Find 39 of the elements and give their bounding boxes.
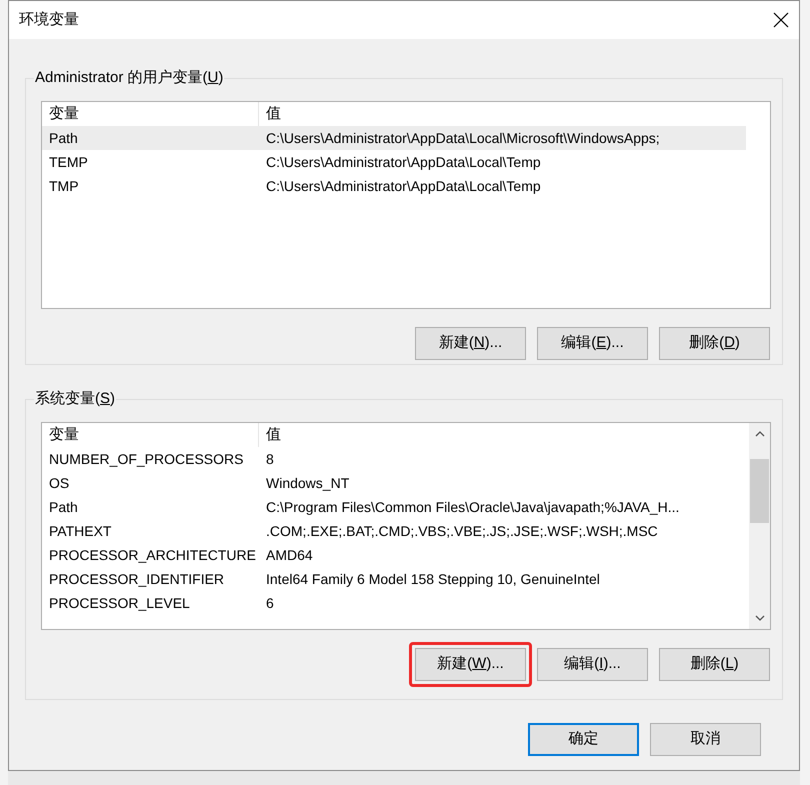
variable-name: TMP [48, 176, 80, 196]
variable-name: OS [48, 474, 70, 492]
group-title: 系统变量(S) [34, 389, 116, 409]
action-button[interactable]: 编辑(I)... [537, 648, 648, 681]
scrollbar[interactable] [749, 423, 770, 629]
variable-name: Path [48, 128, 79, 148]
action-button[interactable]: 新建(W)... [415, 648, 526, 681]
variable-value: Windows_NT [265, 474, 350, 493]
variable-list[interactable] [41, 422, 771, 630]
action-button[interactable]: 删除(L) [659, 648, 770, 681]
variable-value: C:\Users\Administrator\AppData\Local\Temp [265, 152, 541, 172]
column-header[interactable]: 值 [259, 102, 746, 126]
variable-value: Intel64 Family 6 Model 158 Stepping 10, GenuineIntel [265, 570, 600, 589]
variable-value: .COM;.EXE;.BAT;.CMD;.VBS;.VBE;.JS;.JSE;.WSF;.WSH;.MSC [265, 522, 658, 540]
variable-row[interactable]: Path C:\Users\Administrator\AppData\Local\Microsoft\WindowsApps; [42, 126, 746, 150]
variable-name: TEMP [48, 152, 89, 172]
group-title: Administrator 的用户变量(U) [34, 68, 224, 88]
variable-value: C:\Program Files\Common Files\Oracle\Java\javapath;%JAVA_H... [265, 498, 680, 517]
variable-list[interactable]: 变量 值 Path C:\Users\Administrator\AppData\Local\Microsoft\WindowsApps; TEMP C:\Users\Administrator\AppData\Local\Temp TMP C:\Users\Administrator\AppData\Local\Temp [41, 101, 771, 309]
action-button[interactable]: 删除(D) [659, 327, 770, 360]
action-button[interactable]: 编辑(E)... [537, 327, 648, 360]
cancel-button[interactable]: 取消 [650, 723, 761, 756]
variable-value: C:\Users\Administrator\AppData\Local\Temp [265, 176, 541, 196]
scroll-thumb[interactable] [750, 459, 769, 523]
variable-name: NUMBER_OF_PROCESSORS [48, 450, 244, 469]
action-button[interactable]: 新建(N)... [415, 327, 526, 360]
window-title: 环境变量 [19, 10, 79, 30]
column-header[interactable]: 值 [259, 423, 746, 447]
ok-button[interactable]: 确定 [528, 723, 639, 756]
close-icon[interactable] [773, 12, 789, 28]
variable-value: C:\Users\Administrator\AppData\Local\Microsoft\WindowsApps; [265, 128, 660, 148]
variable-value: 8 [265, 450, 274, 468]
variable-name: Path [48, 498, 79, 516]
variable-name: PROCESSOR_IDENTIFIER [48, 570, 226, 589]
variable-value: 6 [265, 594, 274, 612]
variable-name: PROCESSOR_LEVEL [48, 594, 191, 613]
variable-name: PROCESSOR_ARCHITECTURE [48, 546, 257, 565]
variable-name: PATHEXT [48, 522, 112, 540]
variable-value: AMD64 [265, 546, 313, 564]
